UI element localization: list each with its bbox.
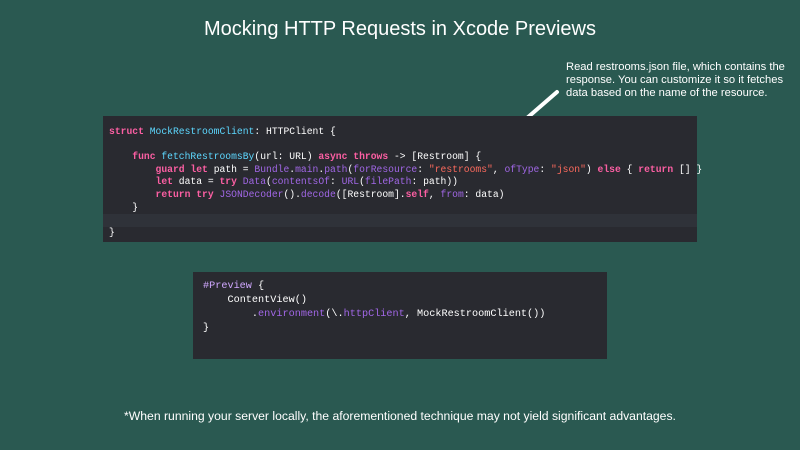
code-line: let data = try Data(contentsOf: URL(file… <box>103 176 697 189</box>
code-token: "restrooms" <box>428 163 493 175</box>
code-line: func fetchRestroomsBy(url: URL) async th… <box>103 151 697 164</box>
code-token: { <box>324 126 336 137</box>
callout-text: Read restrooms.json file, which contains… <box>566 61 785 100</box>
code-token: httpClient <box>343 309 405 320</box>
code-token: (url: <box>254 151 290 163</box>
code-token: fetchRestroomsBy <box>161 151 255 163</box>
code-token: #Preview <box>203 281 252 292</box>
code-token: ) <box>306 151 319 163</box>
code-token: ]. <box>393 188 406 200</box>
code-token: guard <box>155 163 185 175</box>
code-line: .environment(\.httpClient, MockRestroomC… <box>193 308 607 322</box>
code-token: , <box>492 163 505 175</box>
code-token: data = <box>172 176 220 188</box>
code-token: { <box>620 163 639 175</box>
code-token: : data) <box>463 188 505 200</box>
code-token: return <box>155 188 191 200</box>
code-token: else <box>597 163 621 175</box>
code-token: path = <box>207 163 255 175</box>
code-token: URL <box>341 176 360 188</box>
code-token: { <box>251 281 265 292</box>
code-token: HTTPClient <box>266 126 325 137</box>
code-token: } <box>109 226 115 238</box>
code-lines: #Preview { ContentView() .environment(\.… <box>193 280 607 336</box>
code-token: Restroom <box>347 188 394 200</box>
code-token: from <box>440 188 464 200</box>
code-line: guard let path = Bundle.main.path(forRes… <box>103 163 703 177</box>
code-token: -> [ <box>388 151 418 163</box>
code-token: JSONDecoder <box>219 188 284 200</box>
code-token: . <box>203 309 259 320</box>
code-line: struct MockRestroomClient: HTTPClient { <box>103 126 697 139</box>
code-line <box>103 214 697 227</box>
code-token: } <box>203 323 210 334</box>
code-token: async <box>318 151 348 163</box>
code-token: let <box>155 176 173 188</box>
code-token: () <box>294 295 307 306</box>
code-token: , <box>428 188 441 200</box>
code-token: MockRestroomClient <box>417 309 528 320</box>
code-token: URL <box>289 151 307 163</box>
code-token: : <box>539 163 552 175</box>
code-line: } <box>103 227 697 240</box>
code-token: throws <box>353 151 389 163</box>
code-line: return try JSONDecoder().decode([Restroo… <box>103 189 697 202</box>
code-token: : <box>417 163 429 175</box>
code-token: } <box>109 201 139 213</box>
code-token: ] { <box>463 151 482 163</box>
code-line: #Preview { <box>193 280 607 294</box>
code-token: forResource <box>353 163 418 175</box>
code-token: path <box>324 163 348 175</box>
code-token: ofType <box>504 163 540 175</box>
code-token: : path)) <box>411 176 458 188</box>
code-token: Restroom <box>417 151 464 163</box>
code-token: environment <box>258 309 326 320</box>
code-token: Data <box>242 176 267 188</box>
code-token: return <box>638 163 674 175</box>
code-panel-preview: #Preview { ContentView() .environment(\.… <box>193 272 607 359</box>
code-token: (\. <box>325 309 344 320</box>
footnote: *When running your server locally, the a… <box>124 409 676 423</box>
code-token: "json" <box>551 163 586 175</box>
code-lines: struct MockRestroomClient: HTTPClient { … <box>103 126 703 240</box>
code-token: ) <box>585 163 598 175</box>
code-token: filePath <box>364 176 412 188</box>
code-token: struct <box>109 126 144 137</box>
code-token: func <box>132 151 156 163</box>
code-panel-mock-client: struct MockRestroomClient: HTTPClient { … <box>103 116 703 242</box>
code-token: main <box>295 163 319 175</box>
code-token: self <box>405 188 429 200</box>
code-token: decode <box>300 188 336 200</box>
code-token: : <box>254 126 267 137</box>
code-token: try <box>196 188 214 200</box>
code-token: try <box>219 176 237 188</box>
code-token: ()) <box>527 309 546 320</box>
code-line: } <box>193 322 607 336</box>
slide-title: Mocking HTTP Requests in Xcode Previews <box>203 18 596 40</box>
code-token: Bundle <box>254 163 290 175</box>
code-token: let <box>190 163 208 175</box>
code-token: ContentView <box>227 295 295 306</box>
code-token: : <box>330 176 342 188</box>
code-token: (). <box>283 188 301 200</box>
code-token: MockRestroomClient <box>149 126 255 137</box>
code-line: ContentView() <box>193 294 607 308</box>
code-token: [] } <box>673 163 703 175</box>
code-token: contentsOf <box>271 176 330 188</box>
code-token: , <box>404 309 417 320</box>
code-token: ([ <box>335 188 348 200</box>
code-line: } <box>103 202 697 215</box>
